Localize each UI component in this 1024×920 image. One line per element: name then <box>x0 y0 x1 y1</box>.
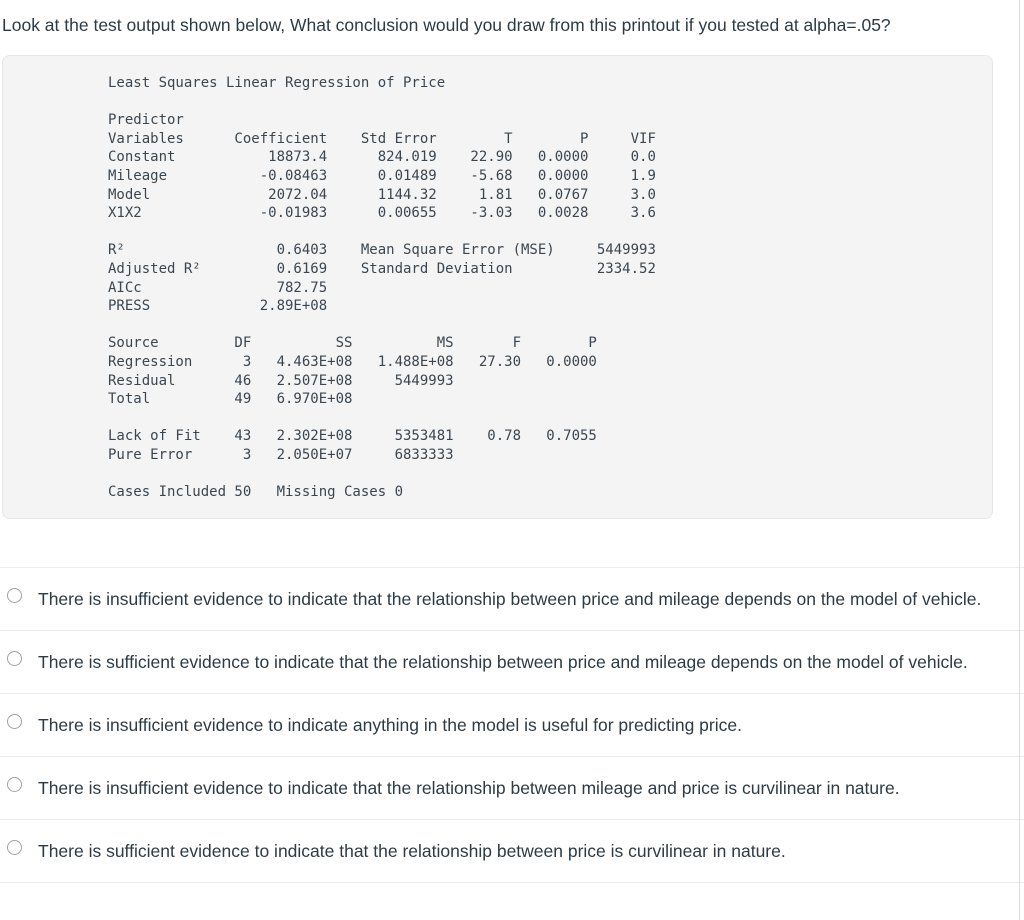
radio-button-option-c[interactable] <box>7 713 22 729</box>
radio-button-option-d[interactable] <box>7 776 22 792</box>
radio-button-option-b[interactable] <box>7 650 22 666</box>
answer-option-row[interactable]: There is insufficient evidence to indica… <box>0 692 1024 756</box>
answer-option-label: There is insufficient evidence to indica… <box>38 588 982 609</box>
answer-option-row[interactable]: There is sufficient evidence to indicate… <box>0 629 1024 693</box>
statistical-output-panel: Least Squares Linear Regression of Price… <box>2 55 993 519</box>
regression-printout: Least Squares Linear Regression of Price… <box>108 75 656 501</box>
answer-option-label: There is sufficient evidence to indicate… <box>38 840 786 861</box>
answer-option-label: There is insufficient evidence to indica… <box>38 714 742 735</box>
question-stem: Look at the test output shown below, Wha… <box>2 15 891 35</box>
answer-option-row[interactable]: There is insufficient evidence to indica… <box>0 755 1024 819</box>
page-right-border <box>1019 0 1020 920</box>
answer-option-row[interactable]: There is insufficient evidence to indica… <box>0 566 1024 630</box>
answer-option-label: There is sufficient evidence to indicate… <box>38 651 968 672</box>
radio-button-option-a[interactable] <box>7 587 22 603</box>
answer-options-list: There is insufficient evidence to indica… <box>0 566 1024 883</box>
radio-button-option-e[interactable] <box>7 839 22 855</box>
answer-option-row[interactable]: There is sufficient evidence to indicate… <box>0 818 1024 883</box>
answer-option-label: There is insufficient evidence to indica… <box>38 777 900 798</box>
